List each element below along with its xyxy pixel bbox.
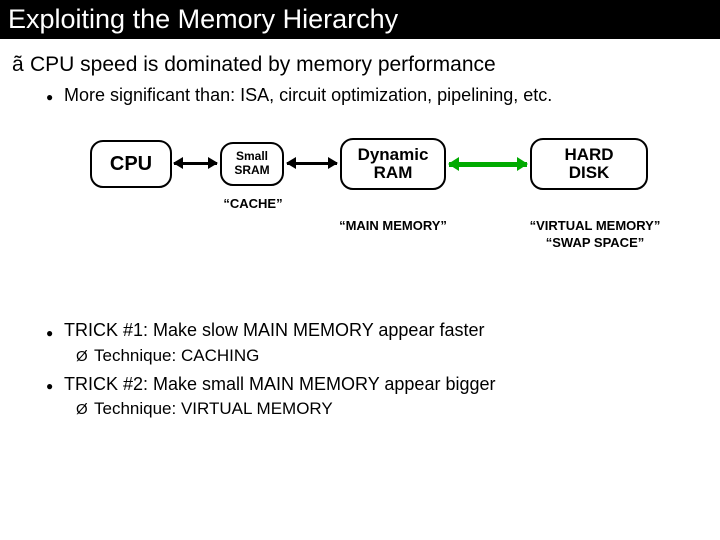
chevron-icon	[76, 346, 94, 366]
sram-line2: SRAM	[234, 164, 269, 178]
dram-box: Dynamic RAM	[340, 138, 446, 190]
caption-virtual-memory: “VIRTUAL MEMORY” “SWAP SPACE”	[520, 218, 670, 252]
caption-vm-line1: “VIRTUAL MEMORY”	[530, 218, 661, 233]
trick-1-bullet: TRICK #1: Make slow MAIN MEMORY appear f…	[46, 320, 720, 341]
disk-box: HARD DISK	[530, 138, 648, 190]
arrow-cpu-sram	[174, 162, 217, 165]
trick-2-bullet: TRICK #2: Make small MAIN MEMORY appear …	[46, 374, 720, 395]
dot-icon	[46, 322, 64, 342]
cpu-box: CPU	[90, 140, 172, 188]
arrow-dram-disk	[449, 162, 527, 167]
caption-main-memory: “MAIN MEMORY”	[322, 218, 464, 233]
caption-vm-line2: “SWAP SPACE”	[546, 235, 644, 250]
main-bullet-text: CPU speed is dominated by memory perform…	[30, 53, 496, 76]
trick-2-technique-text: Technique: VIRTUAL MEMORY	[94, 399, 333, 418]
trick-2-technique: Technique: VIRTUAL MEMORY	[76, 399, 720, 419]
sram-box: Small SRAM	[220, 142, 284, 186]
trick-2-text: TRICK #2: Make small MAIN MEMORY appear …	[64, 374, 495, 394]
arrow-sram-dram	[287, 162, 337, 165]
dot-icon	[46, 375, 64, 395]
memory-hierarchy-diagram: CPU Small SRAM Dynamic RAM HARD DISK “CA…	[60, 140, 720, 290]
disk-line1: HARD	[564, 146, 613, 165]
sram-line1: Small	[236, 150, 268, 164]
trick-1-technique-text: Technique: CACHING	[94, 346, 259, 365]
caption-cache: “CACHE”	[212, 196, 294, 211]
dram-line1: Dynamic	[358, 146, 429, 165]
sub-bullet-1: More significant than: ISA, circuit opti…	[46, 85, 720, 106]
dram-line2: RAM	[374, 164, 413, 183]
dot-icon	[46, 86, 64, 106]
bullet-glyph: ã	[12, 53, 30, 77]
trick-1-text: TRICK #1: Make slow MAIN MEMORY appear f…	[64, 320, 484, 340]
sub-bullet-1-text: More significant than: ISA, circuit opti…	[64, 85, 552, 105]
disk-line2: DISK	[569, 164, 610, 183]
slide-title: Exploiting the Memory Hierarchy	[0, 0, 720, 39]
chevron-icon	[76, 399, 94, 419]
main-bullet: ãCPU speed is dominated by memory perfor…	[12, 53, 708, 77]
trick-1-technique: Technique: CACHING	[76, 346, 720, 366]
